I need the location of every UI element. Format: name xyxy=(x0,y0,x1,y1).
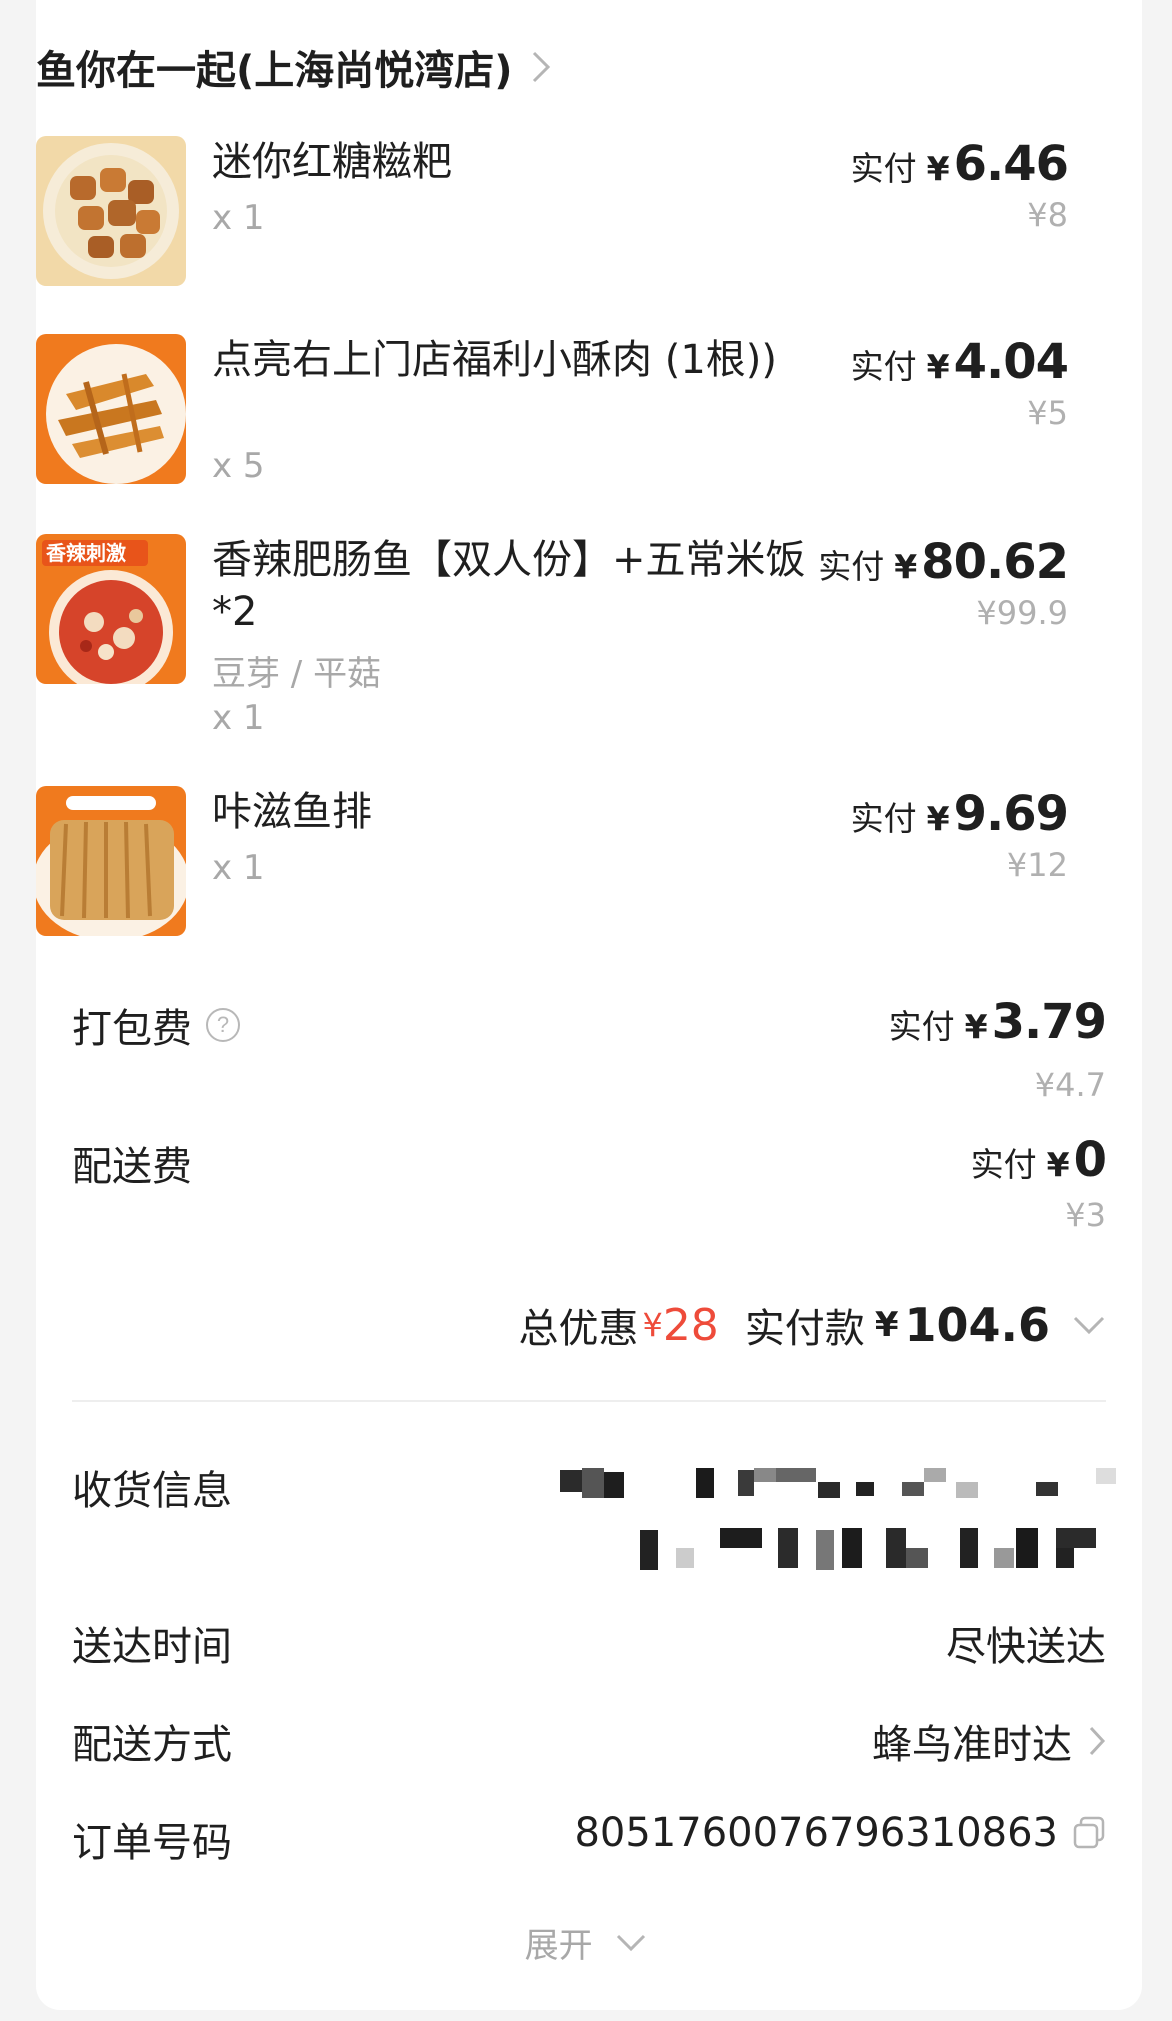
delivery-method-value: 蜂鸟准时达 xyxy=(872,1722,1072,1768)
item-thumbnail: 香辣刺激 xyxy=(36,534,186,684)
expand-label: 展开 xyxy=(524,1926,593,1966)
delivery-method-link[interactable]: 蜂鸟准时达 xyxy=(872,1712,1106,1770)
question-circle-icon[interactable]: ? xyxy=(206,1008,240,1042)
item-quantity: x 1 xyxy=(212,198,265,238)
currency-symbol: ¥ xyxy=(894,547,918,586)
chevron-down-icon xyxy=(617,1934,646,1951)
paid-label: 实付 xyxy=(850,149,917,188)
address-redacted-value xyxy=(556,1468,1116,1574)
currency-symbol: ¥ xyxy=(1046,1145,1070,1184)
item-paid-price: 实付 ¥80.62 xyxy=(818,534,1069,590)
chevron-right-icon xyxy=(532,51,550,83)
item-thumbnail xyxy=(36,334,186,484)
order-item[interactable]: 咔滋鱼排 x 1 实付 ¥9.69 ¥12 xyxy=(36,786,1069,946)
section-divider xyxy=(72,1400,1106,1402)
item-paid-price: 实付 ¥6.46 xyxy=(850,136,1069,192)
item-thumbnail xyxy=(36,136,186,286)
chevron-right-icon xyxy=(1089,1726,1106,1756)
currency-symbol: ¥ xyxy=(926,799,950,838)
item-quantity: x 5 xyxy=(212,446,265,486)
item-name: 咔滋鱼排 xyxy=(212,789,372,835)
packing-fee-label-row: 打包费 ? xyxy=(72,996,240,1054)
delivery-fee-label: 配送费 xyxy=(72,1144,192,1190)
discount-currency: ¥ xyxy=(642,1306,663,1344)
total-discount-label: 总优惠 xyxy=(518,1306,639,1352)
currency-symbol: ¥ xyxy=(926,149,950,188)
delivery-fee-paid: 实付 ¥0 xyxy=(970,1132,1107,1188)
order-number-value: 8051760076796310863 xyxy=(574,1810,1058,1856)
paid-amount: 9.69 xyxy=(953,786,1069,842)
paid-label: 实付 xyxy=(970,1145,1037,1184)
item-name: 迷你红糖糍粑 xyxy=(212,139,452,185)
store-name-link[interactable]: 鱼你在一起(上海尚悦湾店) xyxy=(36,38,551,96)
packing-fee-original: ¥4.7 xyxy=(1034,1066,1106,1104)
item-original-price: ¥12 xyxy=(1006,846,1068,884)
delivery-time-value: 尽快送达 xyxy=(946,1624,1106,1670)
address-label: 收货信息 xyxy=(72,1468,232,1514)
expand-button[interactable]: 展开 xyxy=(0,1918,1172,1967)
paid-amount: 0 xyxy=(1073,1132,1107,1188)
paid-label: 实付 xyxy=(888,1007,955,1046)
item-paid-price: 实付 ¥9.69 xyxy=(850,786,1069,842)
paid-amount: 80.62 xyxy=(921,534,1069,590)
item-paid-price: 实付 ¥4.04 xyxy=(850,334,1069,390)
pixelated-redaction-icon xyxy=(560,1468,1116,1570)
store-name: 鱼你在一起(上海尚悦湾店) xyxy=(36,48,513,94)
total-summary[interactable]: 总优惠 ¥ 28 实付款 ¥ 104.6 xyxy=(518,1296,1106,1354)
item-quantity: x 1 xyxy=(212,848,265,888)
crispy-pork-photo-icon xyxy=(36,334,186,484)
paid-amount: 6.46 xyxy=(953,136,1069,192)
paid-amount: 3.79 xyxy=(991,994,1107,1050)
item-original-price: ¥5 xyxy=(1027,394,1068,432)
total-paid-amount: 104.6 xyxy=(904,1298,1050,1352)
copy-icon[interactable] xyxy=(1072,1816,1106,1850)
chevron-down-icon[interactable] xyxy=(1072,1315,1106,1335)
brown-sugar-rice-cake-photo-icon xyxy=(36,136,186,286)
delivery-time-label: 送达时间 xyxy=(72,1624,232,1670)
order-item[interactable]: 香辣刺激 香辣肥肠鱼【双人份】+五常米饭*2 豆芽 / 平菇 x 1 实付 ¥80… xyxy=(36,534,1069,744)
currency-symbol: ¥ xyxy=(964,1007,988,1046)
fish-fillet-photo-icon xyxy=(36,786,186,936)
item-original-price: ¥8 xyxy=(1027,196,1068,234)
item-name: 点亮右上门店福利小酥肉 (1根)) xyxy=(212,337,777,383)
order-number-label: 订单号码 xyxy=(72,1820,232,1866)
item-name: 香辣肥肠鱼【双人份】+五常米饭*2 xyxy=(212,537,806,635)
item-quantity: x 1 xyxy=(212,698,265,738)
order-item[interactable]: 点亮右上门店福利小酥肉 (1根)) x 5 实付 ¥4.04 ¥5 xyxy=(36,334,1069,494)
delivery-method-label: 配送方式 xyxy=(72,1722,232,1768)
currency-symbol: ¥ xyxy=(874,1305,899,1345)
spicy-fish-photo-icon: 香辣刺激 xyxy=(36,534,186,684)
order-item[interactable]: 迷你红糖糍粑 x 1 实付 ¥6.46 ¥8 xyxy=(36,136,1069,296)
total-discount-amount: 28 xyxy=(662,1299,719,1351)
total-paid-label: 实付款 xyxy=(744,1306,865,1352)
paid-label: 实付 xyxy=(850,347,917,386)
packing-fee-paid: 实付 ¥3.79 xyxy=(888,994,1107,1050)
thumb-badge: 香辣刺激 xyxy=(46,541,126,565)
currency-symbol: ¥ xyxy=(926,347,950,386)
paid-label: 实付 xyxy=(850,799,917,838)
delivery-fee-original: ¥3 xyxy=(1065,1196,1106,1234)
item-thumbnail xyxy=(36,786,186,936)
packing-fee-label: 打包费 xyxy=(72,1006,192,1052)
paid-amount: 4.04 xyxy=(953,334,1069,390)
order-number-row: 8051760076796310863 xyxy=(574,1810,1106,1856)
item-spec: 豆芽 / 平菇 xyxy=(212,654,382,694)
item-original-price: ¥99.9 xyxy=(976,594,1068,632)
paid-label: 实付 xyxy=(818,547,885,586)
